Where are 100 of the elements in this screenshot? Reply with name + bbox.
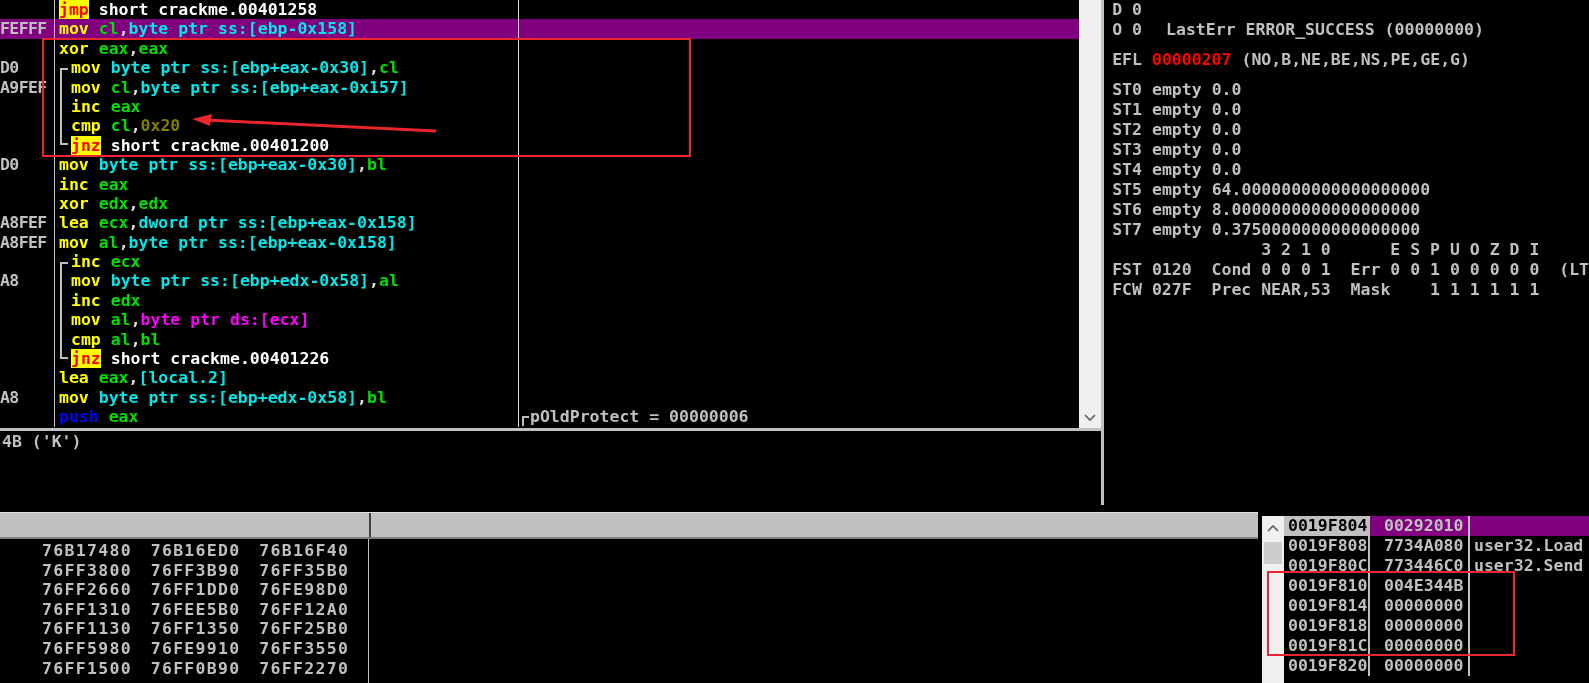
- dump-value: 76FF0B90: [150, 658, 242, 679]
- stack-value: 00000000: [1384, 636, 1464, 655]
- instruction-text: mov cl,byte ptr ss:[ebp-0x158]: [59, 19, 358, 39]
- stack-address: 0019F814: [1287, 596, 1368, 616]
- instruction-text: mov al,byte ptr ds:[ecx]: [71, 310, 310, 330]
- instruction-text: xor eax,eax: [59, 38, 169, 59]
- byte-text: A8: [0, 387, 19, 407]
- register-value: 0.0: [1211, 160, 1242, 180]
- instruction-text: jnz short crackme.00401200: [71, 135, 330, 156]
- scroll-up-icon[interactable]: [1267, 524, 1279, 532]
- dump-value: 76FF1350: [150, 619, 242, 639]
- byte-text: A8FEF: [0, 213, 47, 233]
- instruction-text: mov byte ptr ss:[ebp+edx-0x58],al: [71, 271, 399, 291]
- register-name: ST5: [1112, 180, 1142, 200]
- instruction-text: xor edx,edx: [59, 193, 169, 214]
- instruction-text: mov byte ptr ss:[ebp+edx-0x58],bl: [59, 387, 387, 408]
- byte-text: D0: [0, 155, 19, 175]
- dump-value: 76FF1310: [42, 599, 133, 620]
- register-tag: empty: [1152, 160, 1202, 180]
- dump-value: 76FF1500: [42, 658, 133, 679]
- stack-address: 0019F820: [1287, 656, 1368, 676]
- register-name: ST3: [1112, 140, 1142, 160]
- stack-address: 0019F810: [1287, 576, 1368, 596]
- instruction-text: jnz short crackme.00401226: [71, 349, 330, 369]
- register-tag: empty: [1152, 180, 1202, 200]
- dump-value: 76FF3B90: [150, 560, 242, 581]
- stack-address: 0019F81C: [1287, 636, 1368, 656]
- register-value: 64.0000000000000000000: [1211, 180, 1431, 200]
- register-tag: empty: [1152, 200, 1202, 220]
- dump-value: 76FF1DD0: [150, 580, 242, 600]
- dump-value: 76FF35B0: [259, 560, 351, 581]
- instruction-text: lea ecx,dword ptr ss:[ebp+eax-0x158]: [59, 213, 417, 233]
- info-text: 4B ('K'): [2, 432, 82, 451]
- instruction-text: push eax: [59, 407, 139, 427]
- stack-value: 00000000: [1384, 656, 1464, 675]
- byte-text: A8FEF: [0, 232, 47, 252]
- dump-value: 76FF3800: [42, 560, 133, 581]
- register-name: EFL: [1112, 50, 1142, 70]
- dump-value: 76B16ED0: [150, 541, 242, 561]
- byte-text: D0: [0, 58, 19, 78]
- byte-text: A8: [0, 271, 19, 291]
- dump-value: 76FE98D0: [259, 580, 351, 600]
- register-value: 8.0000000000000000000: [1211, 200, 1421, 220]
- last-error-text: LastErr ERROR_SUCCESS (00000000): [1166, 20, 1484, 40]
- instruction-text: inc edx: [71, 290, 141, 311]
- register-value: 0.0: [1211, 100, 1242, 120]
- register-value: 0.3750000000000000000: [1211, 220, 1421, 240]
- instruction-text: inc eax: [71, 96, 141, 117]
- dump-value: 76FE9910: [150, 638, 242, 659]
- stack-value: 004E344B: [1384, 576, 1464, 595]
- register-tag: empty: [1152, 140, 1202, 160]
- dump-value: 76FF3550: [259, 638, 351, 659]
- byte-text: FEFFF: [0, 19, 47, 39]
- stack-address: 0019F804: [1284, 516, 1368, 536]
- comment-text: pOldProtect = 00000006: [530, 407, 749, 427]
- instruction-text: cmp cl,0x20: [71, 116, 181, 136]
- instruction-text: mov al,byte ptr ss:[ebp+eax-0x158]: [59, 232, 397, 253]
- stack-value: 00000000: [1384, 616, 1464, 635]
- flag-value: 0: [1132, 0, 1143, 20]
- comment-bracket: [522, 415, 529, 426]
- register-name: ST1: [1112, 100, 1142, 120]
- column-header-bar[interactable]: [0, 512, 1258, 539]
- dump-value: 76FF2270: [259, 658, 351, 679]
- dump-value: 76B16F40: [259, 541, 351, 561]
- register-value: 0.0: [1211, 80, 1242, 100]
- register-line: FST 0120 Cond 0 0 0 1 Err 0 0 1 0 0 0 0 0 (LT: [1112, 260, 1589, 280]
- stack-value: 7734A080: [1384, 536, 1464, 555]
- register-name: ST0: [1112, 80, 1142, 100]
- instruction-text: lea eax,[local.2]: [59, 368, 228, 388]
- register-line: FCW 027F Prec NEAR,53 Mask 1 1 1 1 1 1: [1112, 280, 1540, 300]
- dump-value: 76FF12A0: [259, 599, 351, 620]
- scroll-thumb[interactable]: [1264, 542, 1282, 564]
- dump-value: 76B17480: [42, 541, 133, 561]
- instruction-text: mov byte ptr ss:[ebp+eax-0x30],cl: [71, 58, 399, 78]
- flags-text: (NO,B,NE,BE,NS,PE,GE,G): [1241, 50, 1470, 70]
- register-name: ST4: [1112, 160, 1142, 180]
- register-value: 00000207: [1152, 50, 1232, 70]
- register-tag: empty: [1152, 120, 1202, 140]
- stack-comment: user32.Load: [1474, 536, 1584, 555]
- stack-address: 0019F80C: [1287, 556, 1368, 576]
- stack-value: 00292010: [1384, 516, 1464, 535]
- register-tag: empty: [1152, 80, 1202, 100]
- flag-name: D: [1112, 0, 1123, 20]
- instruction-text: cmp al,bl: [71, 329, 161, 350]
- instruction-text: mov cl,byte ptr ss:[ebp+eax-0x157]: [71, 77, 409, 97]
- register-tag: empty: [1152, 100, 1202, 120]
- flag-value: 0: [1132, 20, 1143, 40]
- register-tag: empty: [1152, 220, 1202, 240]
- dump-value: 76FF1130: [42, 619, 133, 639]
- instruction-text: inc eax: [59, 174, 129, 194]
- selected-stack-row[interactable]: 0019F804 00292010: [1284, 516, 1589, 536]
- register-value: 0.0: [1211, 140, 1242, 160]
- stack-address: 0019F818: [1287, 616, 1368, 636]
- instruction-text: jmp short crackme.00401258: [59, 0, 318, 20]
- register-name: ST7: [1112, 220, 1142, 240]
- dump-value: 76FEE5B0: [150, 599, 242, 620]
- scroll-down-icon[interactable]: [1084, 414, 1097, 422]
- register-name: ST2: [1112, 120, 1142, 140]
- register-value: 0.0: [1211, 120, 1242, 140]
- stack-comment: user32.Send: [1474, 556, 1584, 575]
